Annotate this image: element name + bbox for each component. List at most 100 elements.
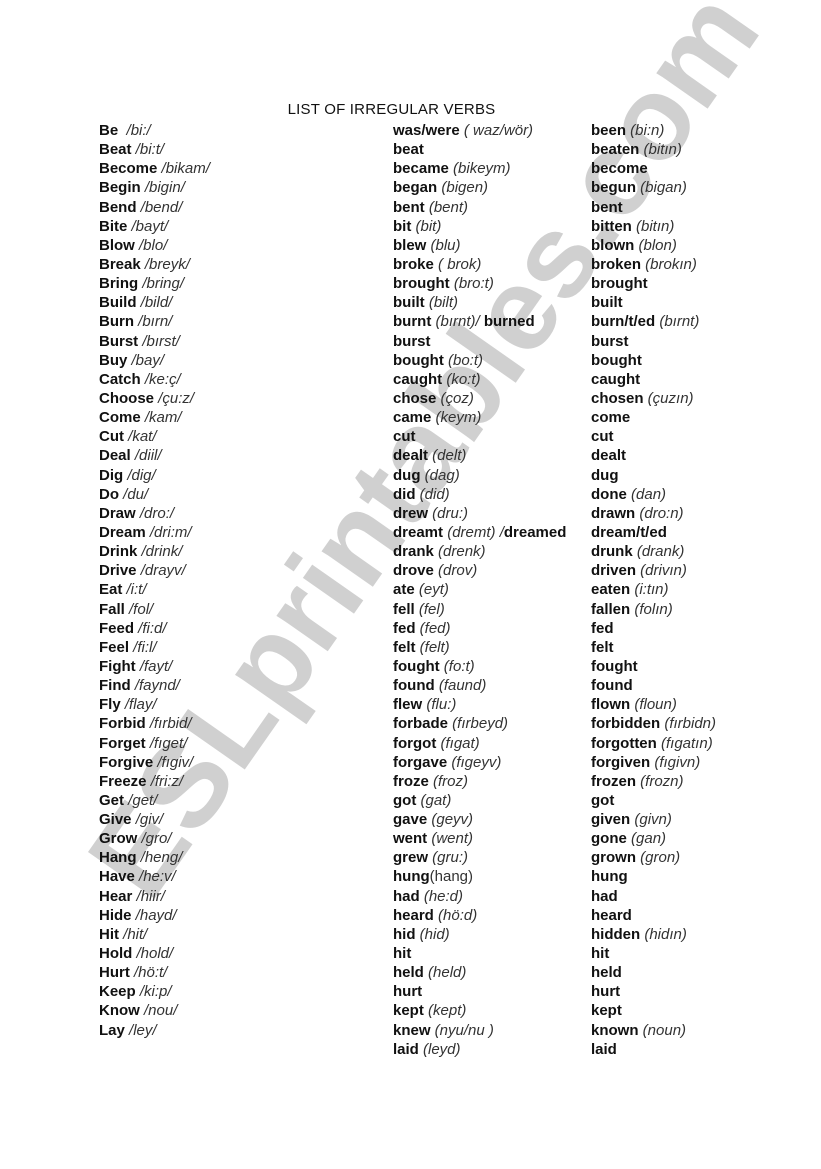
verb-entry: dug xyxy=(591,466,716,485)
verb-pronunciation: /hö:t/ xyxy=(129,964,168,982)
verb-word: forgiven xyxy=(591,753,651,771)
verb-entry: blown (blon) xyxy=(591,236,716,255)
verb-entry: Be /bi:/ xyxy=(99,121,210,140)
verb-word: come xyxy=(591,409,631,427)
verb-entry: fought (fo:t) xyxy=(393,657,566,676)
verb-entry: got xyxy=(591,791,716,810)
verb-word: Feed xyxy=(99,619,135,637)
page-title: LIST OF IRREGULAR VERBS xyxy=(287,101,496,118)
verb-entry: Know /nou/ xyxy=(99,1001,210,1020)
verb-pronunciation: /fayt/ xyxy=(135,657,173,675)
verb-entry: heard (hö:d) xyxy=(393,906,566,925)
verb-pronunciation: /fi:l/ xyxy=(129,638,157,656)
verb-word: hit xyxy=(393,945,412,963)
verb-word: bought xyxy=(591,351,642,369)
verb-word: Deal xyxy=(99,447,131,465)
verb-word: Grow xyxy=(99,830,138,848)
verb-entry: chose (çoz) xyxy=(393,389,566,408)
verb-pronunciation: (hang) xyxy=(429,868,474,886)
verb-entry: Come /kam/ xyxy=(99,408,210,427)
verb-entry: went (went) xyxy=(393,829,566,848)
verb-entry: Drink /drink/ xyxy=(99,542,210,561)
verb-word: kept xyxy=(393,1002,424,1020)
verb-entry: Become /bikam/ xyxy=(99,159,210,178)
verb-word: forbade xyxy=(393,715,449,733)
verb-entry: felt xyxy=(591,638,716,657)
verb-word: Burn xyxy=(99,313,134,331)
verb-entry: burn/t/ed (bırnt) xyxy=(591,312,716,331)
verb-pronunciation: /ke:ç/ xyxy=(140,370,181,388)
verb-word: grown xyxy=(591,849,636,867)
verb-entry: beaten (bitın) xyxy=(591,140,716,159)
verb-word: Forgive xyxy=(99,753,154,771)
verb-pronunciation: /bırst/ xyxy=(138,332,180,350)
verb-entry: eaten (i:tın) xyxy=(591,580,716,599)
verb-pronunciation: /du/ xyxy=(119,485,149,503)
verb-word: done xyxy=(591,485,627,503)
verb-word: built xyxy=(591,294,623,312)
verb-word: bitten xyxy=(591,217,632,235)
verb-entry: Eat /i:t/ xyxy=(99,580,210,599)
verb-word: dug xyxy=(591,466,619,484)
verb-entry: Lay /ley/ xyxy=(99,1021,210,1040)
verb-pronunciation: (drank) xyxy=(632,543,685,561)
verb-word: bought xyxy=(393,351,444,369)
verb-entry: held (held) xyxy=(393,963,566,982)
verb-pronunciation: /breyk/ xyxy=(140,255,190,273)
past-participle-column: been (bi:n) beaten (bitın) become begun (bi… xyxy=(591,121,716,1059)
verb-pronunciation: (fırbidn) xyxy=(660,715,717,733)
verb-word: Have xyxy=(99,868,135,886)
verb-pronunciation: (bitın) xyxy=(631,217,675,235)
verb-word: bent xyxy=(591,198,623,216)
verb-entry: forgot (fıgat) xyxy=(393,734,566,753)
verb-entry: ate (eyt) xyxy=(393,580,566,599)
verb-word: Be xyxy=(99,122,119,139)
verb-word: Freeze xyxy=(99,772,147,790)
verb-word: found xyxy=(393,677,435,695)
verb-word: got xyxy=(393,791,417,809)
verb-word: dream/t/ed xyxy=(591,523,667,541)
verb-word: Forbid xyxy=(99,715,146,733)
verb-word: dealt xyxy=(393,447,429,465)
verb-word: dreamt xyxy=(393,523,444,541)
verb-entry: Bite /bayt/ xyxy=(99,217,210,236)
verb-word: flown xyxy=(591,696,631,714)
verb-pronunciation: (bi:n) xyxy=(626,122,665,139)
verb-pronunciation: (fo:t) xyxy=(439,657,475,675)
verb-pronunciation: (frozn) xyxy=(636,772,684,790)
verb-entry: forbidden (fırbidn) xyxy=(591,714,716,733)
verb-pronunciation: (bro:t) xyxy=(449,275,494,293)
verb-entry: broke ( brok) xyxy=(393,255,566,274)
verb-entry: Beat /bi:t/ xyxy=(99,140,210,159)
verb-entry: hidden (hidın) xyxy=(591,925,716,944)
verb-pronunciation: (noun) xyxy=(638,1021,687,1039)
verb-word: bent xyxy=(393,198,425,216)
verb-word: caught xyxy=(393,370,443,388)
verb-word: went xyxy=(393,830,428,848)
verb-word: Buy xyxy=(99,351,128,369)
verb-word: grew xyxy=(393,849,429,867)
verb-word: got xyxy=(591,791,615,809)
verb-entry: brought xyxy=(591,274,716,293)
verb-pronunciation: /fi:d/ xyxy=(134,619,167,637)
verb-pronunciation: (gan) xyxy=(626,830,667,848)
verb-entry: drove (drov) xyxy=(393,561,566,580)
verb-entry: found xyxy=(591,676,716,695)
verb-word: become xyxy=(591,160,648,178)
verb-word: Know xyxy=(99,1002,140,1020)
verb-entry: hit xyxy=(393,944,566,963)
verb-word: held xyxy=(393,964,424,982)
verb-word: broken xyxy=(591,255,642,273)
verb-word: Cut xyxy=(99,428,124,446)
verb-entry: Find /faynd/ xyxy=(99,676,210,695)
verb-word: Forget xyxy=(99,734,146,752)
verb-word: frozen xyxy=(591,772,636,790)
verb-entry: had (he:d) xyxy=(393,887,566,906)
verb-word: Hold xyxy=(99,945,133,963)
verb-entry: flew (flu:) xyxy=(393,695,566,714)
verb-word: Begin xyxy=(99,179,141,197)
verb-pronunciation: /dro:/ xyxy=(135,504,175,522)
verb-word: brought xyxy=(591,275,648,293)
verb-pronunciation: (held) xyxy=(423,964,467,982)
verb-entry: Blow /blo/ xyxy=(99,236,210,255)
